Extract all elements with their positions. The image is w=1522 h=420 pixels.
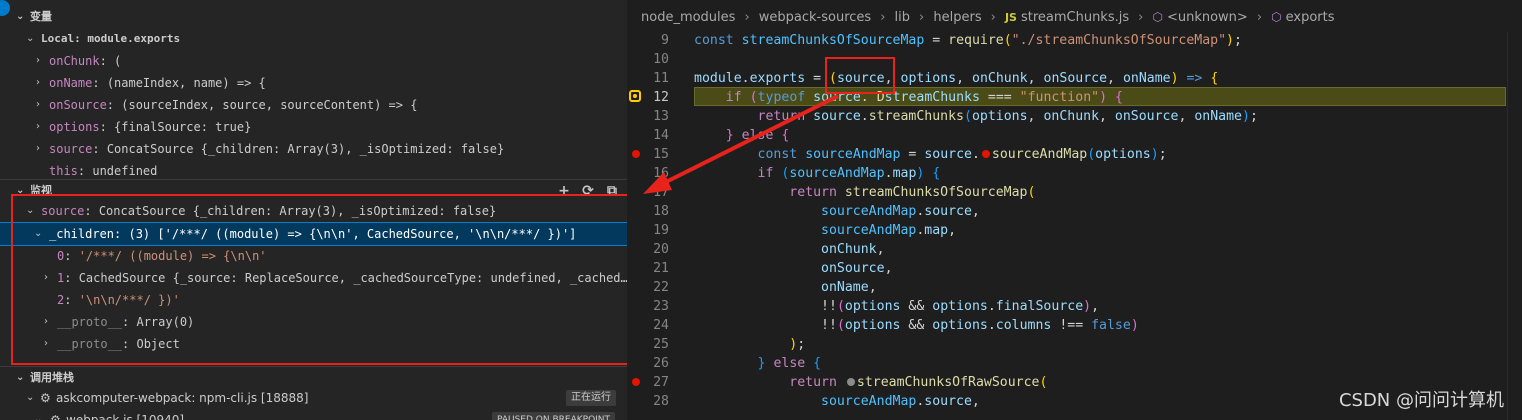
annotation-arrow [643, 94, 839, 194]
annotation-arrow-head [643, 172, 672, 194]
watermark: CSDN @问问计算机 [1338, 390, 1504, 411]
annotation-arrow-line [661, 94, 839, 186]
